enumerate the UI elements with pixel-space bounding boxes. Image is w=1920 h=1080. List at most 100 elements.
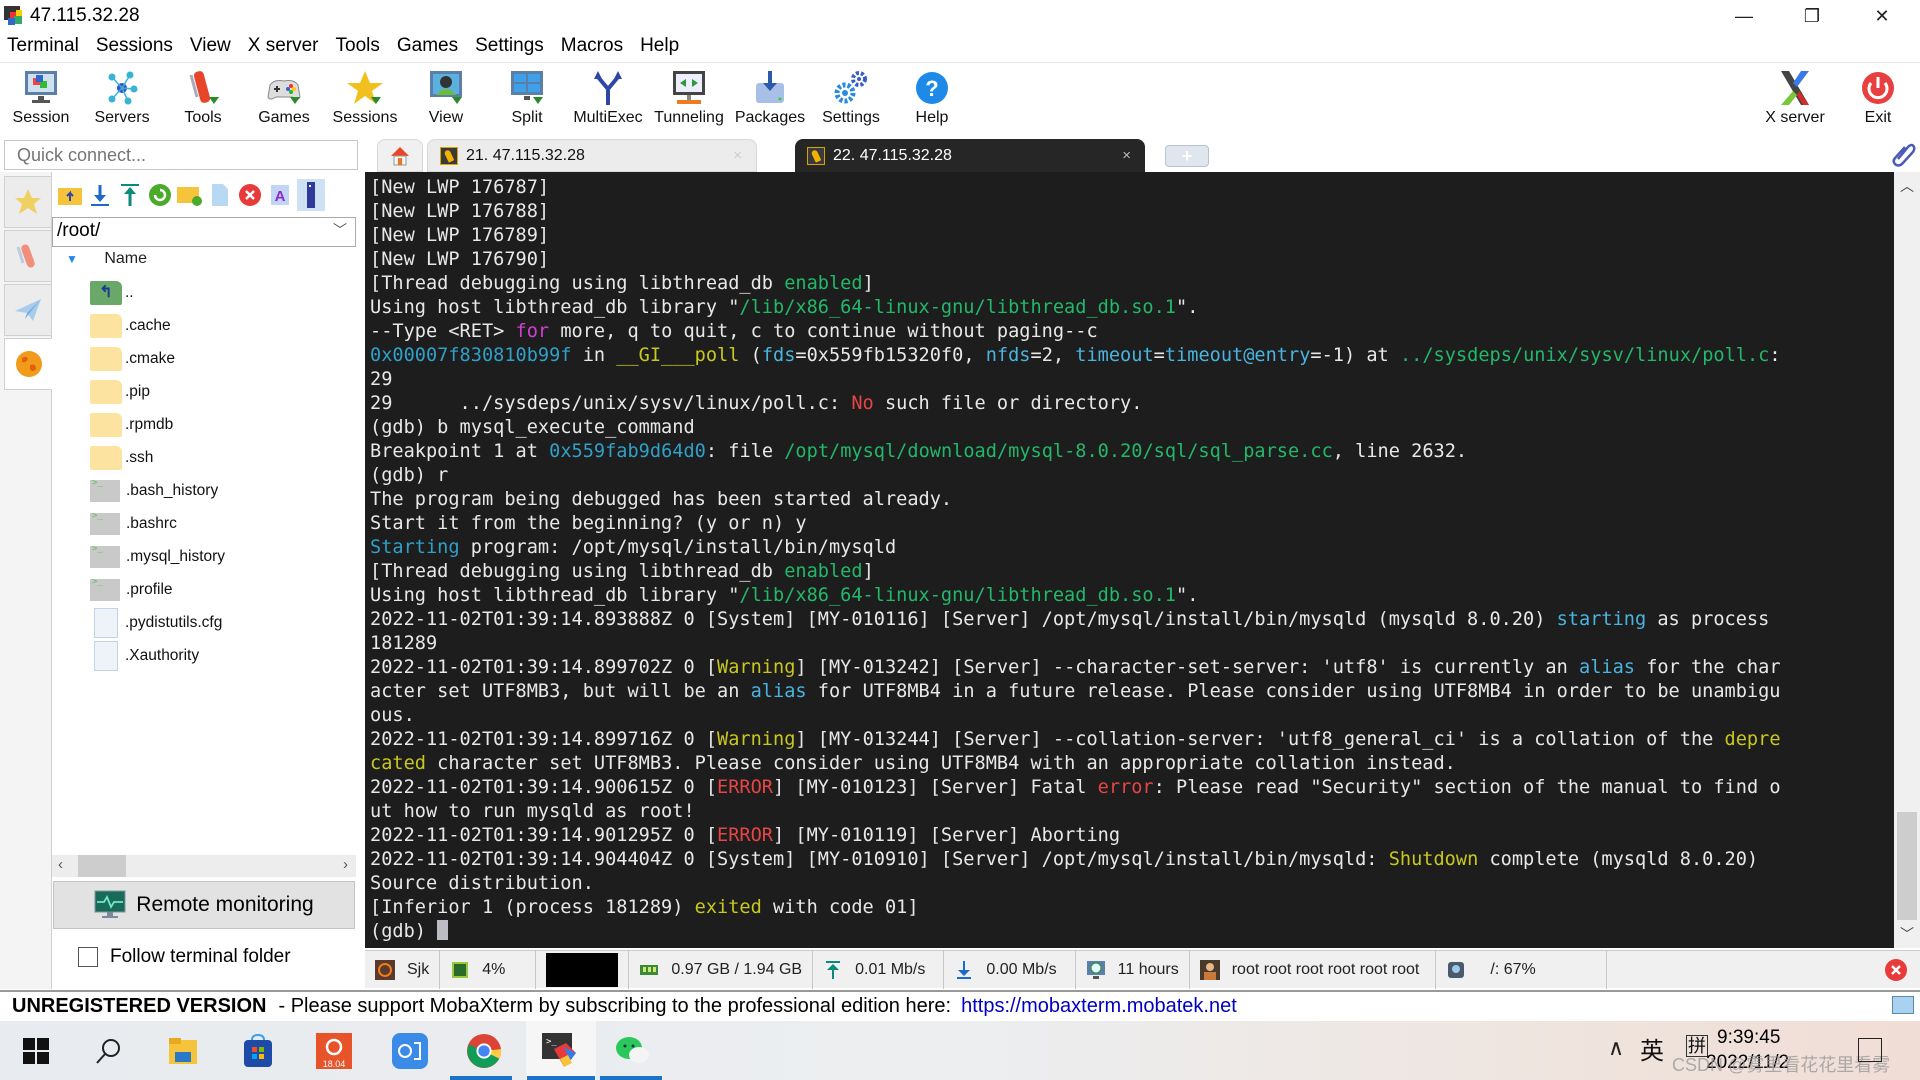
file-row[interactable]: .cmake	[90, 342, 350, 375]
scroll-up-icon[interactable]: ︿	[1894, 176, 1920, 196]
menu-macros[interactable]: Macros	[554, 33, 633, 61]
file-row[interactable]: .pydistutils.cfg	[90, 606, 350, 639]
file-row[interactable]: .bash_history	[90, 474, 350, 507]
follow-folder-checkbox[interactable]	[78, 947, 98, 967]
taskbar-file-explorer[interactable]	[165, 1033, 201, 1069]
show-hidden-icons-button[interactable]: ∧	[1608, 1035, 1624, 1061]
parent-folder-button[interactable]	[57, 182, 83, 208]
monitor-icon[interactable]	[1892, 996, 1914, 1014]
scroll-down-icon[interactable]: ﹀	[1894, 924, 1920, 944]
sidebar-tab-macros[interactable]	[4, 284, 52, 336]
file-row[interactable]: .mysql_history	[90, 540, 350, 573]
minimize-icon: —	[1735, 5, 1753, 26]
menu-view[interactable]: View	[183, 33, 241, 61]
taskbar-ubuntu[interactable]: 18.04	[316, 1033, 352, 1069]
sidebar-tab-sftp[interactable]	[4, 338, 52, 390]
ime-language-indicator[interactable]: 英	[1640, 1031, 1664, 1066]
uptime-value: 11 hours	[1117, 961, 1179, 978]
help-button[interactable]: ? Help	[892, 67, 972, 133]
view-button[interactable]: View	[406, 67, 486, 133]
terminal-output[interactable]: [New LWP 176787] [New LWP 176788] [New LWP…	[365, 172, 1894, 948]
file-row[interactable]: .pip	[90, 375, 350, 408]
taskbar-microsoft-store[interactable]	[240, 1033, 276, 1069]
terminal-cursor	[437, 920, 449, 940]
session-button[interactable]: Session	[1, 67, 81, 133]
file-row-parent[interactable]: ↰..	[90, 276, 350, 309]
terminal-text-segment: ] [MY-013242] [Server] --character-set-s…	[795, 657, 1580, 678]
menu-xserver[interactable]: X server	[241, 33, 329, 61]
terminal-file-icon	[90, 544, 120, 568]
permissions-button[interactable]	[297, 179, 325, 211]
scroll-right-icon[interactable]: ›	[343, 856, 348, 873]
quick-connect-input[interactable]	[4, 140, 358, 170]
view-label: View	[428, 109, 464, 126]
packages-button[interactable]: Packages	[730, 67, 810, 133]
taskbar-chrome[interactable]	[466, 1033, 502, 1069]
close-window-button[interactable]: ✕	[1852, 0, 1912, 32]
remote-path-select[interactable]: /root/ ﹀	[52, 217, 356, 247]
remote-monitoring-button[interactable]: Remote monitoring	[53, 881, 355, 929]
taskbar-search-button[interactable]	[90, 1033, 126, 1069]
rename-button[interactable]: A	[267, 182, 293, 208]
tab-close-button[interactable]: ×	[733, 147, 742, 164]
new-file-button[interactable]	[207, 182, 233, 208]
servers-button[interactable]: Servers	[82, 67, 162, 133]
xserver-button[interactable]: X server	[1755, 67, 1835, 133]
taskbar-start-button[interactable]	[18, 1033, 54, 1069]
exit-button[interactable]: Exit	[1838, 67, 1918, 133]
refresh-button[interactable]	[147, 182, 173, 208]
tab-close-button[interactable]: ×	[1122, 147, 1131, 164]
split-button[interactable]: Split	[487, 67, 567, 133]
taskbar-dingtalk[interactable]	[392, 1033, 428, 1069]
menu-terminal[interactable]: Terminal	[0, 33, 89, 61]
download-button[interactable]	[87, 182, 113, 208]
xserver-label: X server	[1765, 109, 1825, 126]
clock-time[interactable]: 9:39:45	[1717, 1027, 1780, 1049]
file-row[interactable]: .bashrc	[90, 507, 350, 540]
file-row[interactable]: .profile	[90, 573, 350, 606]
file-row[interactable]: .cache	[90, 309, 350, 342]
svg-text:?: ?	[925, 76, 938, 101]
upload-button[interactable]	[117, 182, 143, 208]
file-row[interactable]: .rpmdb	[90, 408, 350, 441]
menu-help[interactable]: Help	[633, 33, 689, 61]
file-list-header[interactable]: ▼ Name	[66, 250, 147, 268]
menu-sessions[interactable]: Sessions	[89, 33, 183, 61]
file-list-horizontal-scrollbar[interactable]: ‹ ›	[52, 855, 356, 877]
sidebar-tab-sessions[interactable]	[4, 176, 52, 228]
mobaxterm-website-link[interactable]: https://mobaxterm.mobatek.net	[961, 995, 1237, 1018]
sidebar-tab-tools[interactable]	[4, 230, 52, 282]
settings-button[interactable]: Settings	[811, 67, 891, 133]
tab-session-22[interactable]: 22. 47.115.32.28 ×	[795, 139, 1145, 172]
new-folder-button[interactable]	[177, 182, 203, 208]
new-tab-button[interactable]: +	[1165, 145, 1209, 167]
attachment-icon[interactable]	[1890, 141, 1916, 167]
file-row[interactable]: .Xauthority	[90, 639, 350, 672]
sessions-button[interactable]: Sessions	[325, 67, 405, 133]
scrollbar-thumb[interactable]	[1897, 812, 1917, 920]
minimize-button[interactable]: —	[1714, 0, 1774, 32]
follow-terminal-folder[interactable]: Follow terminal folder	[78, 946, 291, 968]
tunneling-button[interactable]: Tunneling	[649, 67, 729, 133]
taskbar-mobaxterm[interactable]: >_	[542, 1033, 578, 1069]
menu-tools[interactable]: Tools	[329, 33, 390, 61]
terminal-vertical-scrollbar[interactable]: ︿ ﹀	[1894, 172, 1920, 948]
tab-home[interactable]	[377, 139, 423, 172]
games-button[interactable]: Games	[244, 67, 324, 133]
file-row[interactable]: .ssh	[90, 441, 350, 474]
menu-games[interactable]: Games	[390, 33, 468, 61]
close-status-button[interactable]	[1872, 951, 1920, 989]
taskbar-wechat[interactable]	[615, 1033, 651, 1069]
tools-button[interactable]: Tools	[163, 67, 243, 133]
terminal-text-segment: , line 2632.	[1332, 441, 1468, 462]
maximize-button[interactable]: ❐	[1782, 0, 1842, 32]
menu-settings[interactable]: Settings	[468, 33, 554, 61]
tab-session-21[interactable]: 21. 47.115.32.28 ×	[427, 139, 757, 172]
multiexec-button[interactable]: MultiExec	[568, 67, 648, 133]
terminal-text-segment: timeout	[1075, 345, 1154, 366]
terminal-text-segment: ".	[1176, 297, 1199, 318]
notification-center-icon[interactable]	[1858, 1038, 1882, 1062]
scroll-left-icon[interactable]: ‹	[58, 856, 63, 873]
delete-button[interactable]	[237, 182, 263, 208]
scrollbar-thumb[interactable]	[78, 855, 126, 877]
